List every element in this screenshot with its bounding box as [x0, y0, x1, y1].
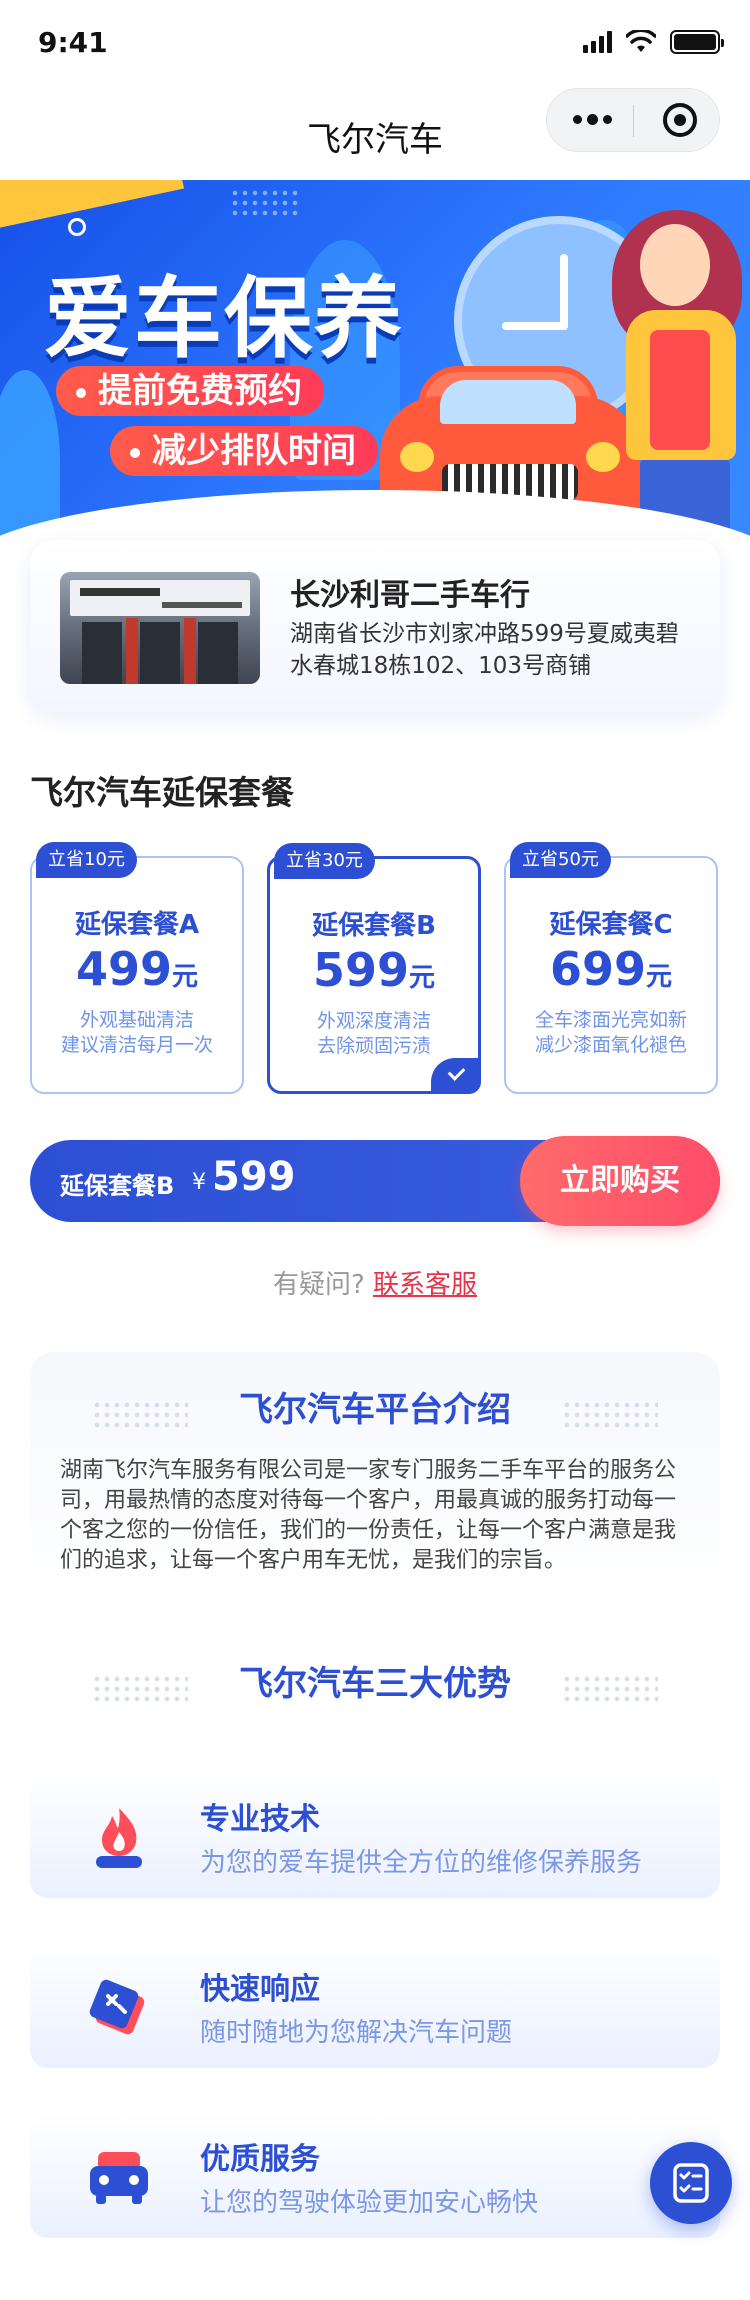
advantage-title: 快速响应 — [200, 1972, 320, 2007]
package-card-a[interactable]: 立省10元 延保套餐A 499元 外观基础清洁 建议清洁每月一次 — [30, 842, 244, 1094]
battery-icon — [670, 30, 724, 54]
cellular-signal-icon — [583, 31, 612, 53]
package-card-b[interactable]: 立省30元 延保套餐B 599元 外观深度清洁 去除顽固污渍 — [267, 843, 481, 1094]
mini-program-capsule — [546, 88, 720, 152]
store-card[interactable]: 长沙利哥二手车行 湖南省长沙市刘家冲路599号夏威夷碧水春城18栋102、103… — [30, 540, 720, 712]
store-photo-detail — [140, 622, 180, 684]
banner-decoration — [0, 180, 185, 231]
discount-tag: 立省10元 — [36, 842, 137, 878]
capsule-divider — [633, 105, 634, 137]
help-text: 有疑问? — [272, 1270, 365, 1300]
banner-title: 爱车保养 — [44, 267, 405, 370]
package-price-value: 499 — [75, 942, 172, 996]
car-illustration — [440, 380, 576, 424]
heading-decoration — [562, 1674, 658, 1704]
floating-service-button[interactable] — [650, 2142, 732, 2224]
package-price-unit: 元 — [646, 962, 673, 992]
package-description: 外观基础清洁 建议清洁每月一次 — [40, 1008, 234, 1058]
package-desc-line: 全车漆面光亮如新 — [534, 1009, 687, 1031]
package-name: 延保套餐C — [549, 910, 673, 940]
package-price: 699元 — [506, 942, 716, 996]
selected-package-label: 延保套餐B — [60, 1172, 175, 1200]
packages-section-title: 飞尔汽车延保套餐 — [30, 773, 294, 812]
package-description: 外观深度清洁 去除顽固污渍 — [278, 1009, 470, 1059]
package-desc-line: 减少漆面氧化褪色 — [534, 1034, 687, 1056]
woman-illustration — [640, 224, 710, 306]
car-headlight — [400, 442, 434, 472]
package-desc-line: 外观深度清洁 — [316, 1010, 431, 1032]
nav-bar: 飞尔汽车 — [0, 88, 750, 180]
more-icon[interactable] — [573, 114, 612, 125]
close-target-icon[interactable] — [663, 103, 697, 137]
intro-card: 飞尔汽车平台介绍 湖南飞尔汽车服务有限公司是一家专门服务二手车平台的服务公司，用… — [30, 1352, 720, 2238]
package-price: 499元 — [32, 942, 242, 996]
store-address: 湖南省长沙市刘家冲路599号夏威夷碧水春城18栋102、103号商铺 — [290, 621, 679, 679]
advantages-title: 飞尔汽车三大优势 — [239, 1664, 511, 1704]
package-card-c[interactable]: 立省50元 延保套餐C 699元 全车漆面光亮如新 减少漆面氧化褪色 — [504, 842, 718, 1094]
advantage-desc: 让您的驾驶体验更加安心畅快 — [200, 2188, 539, 2218]
package-price-unit: 元 — [172, 962, 199, 992]
advantage-item-service: 优质服务 让您的驾驶体验更加安心畅快 — [30, 2112, 720, 2238]
package-price-value: 699 — [549, 942, 646, 996]
advantages-heading: 飞尔汽车三大优势 — [30, 1656, 720, 1705]
store-name: 长沙利哥二手车行 — [290, 578, 530, 613]
contact-service-link[interactable]: 联系客服 — [373, 1270, 477, 1300]
hero-banner: 爱车保养 提前免费预约 减少排队时间 — [0, 180, 750, 590]
purchase-bar: 延保套餐B ¥ 599 立即购买 — [30, 1136, 720, 1226]
flame-icon — [96, 1808, 142, 1868]
store-photo-detail — [184, 618, 196, 684]
tag-icon — [89, 1979, 145, 2035]
heading-decoration — [92, 1400, 188, 1430]
discount-tag: 立省50元 — [510, 842, 611, 878]
package-name: 延保套餐B — [312, 911, 436, 941]
banner-decoration — [68, 218, 86, 236]
help-row: 有疑问? 联系客服 — [0, 1264, 750, 1301]
woman-illustration — [650, 330, 710, 450]
intro-body: 湖南飞尔汽车服务有限公司是一家专门服务二手车平台的服务公司，用最热情的态度对待每… — [60, 1458, 677, 1573]
advantage-desc: 为您的爱车提供全方位的维修保养服务 — [200, 1848, 643, 1878]
intro-title: 飞尔汽车平台介绍 — [239, 1390, 511, 1430]
currency-symbol: ¥ — [192, 1170, 206, 1195]
discount-tag: 立省30元 — [274, 843, 375, 879]
package-description: 全车漆面光亮如新 减少漆面氧化褪色 — [514, 1008, 708, 1058]
package-price-unit: 元 — [409, 963, 436, 993]
heading-decoration — [92, 1674, 188, 1704]
total-amount: 599 — [212, 1154, 296, 1200]
package-price: 599元 — [270, 943, 478, 997]
advantage-title: 优质服务 — [200, 2142, 320, 2177]
package-desc-line: 建议清洁每月一次 — [60, 1034, 213, 1056]
heading-decoration — [562, 1400, 658, 1430]
selected-check-icon — [431, 1058, 481, 1094]
store-photo-sign — [70, 580, 250, 616]
package-desc-line: 外观基础清洁 — [79, 1009, 194, 1031]
advantage-item-response: 快速响应 随时随地为您解决汽车问题 — [30, 1942, 720, 2068]
package-name: 延保套餐A — [74, 910, 200, 940]
service-checklist-icon — [673, 2163, 709, 2203]
advantage-desc: 随时随地为您解决汽车问题 — [200, 2018, 513, 2048]
package-price-value: 599 — [312, 943, 409, 997]
package-desc-line: 去除顽固污渍 — [316, 1035, 431, 1057]
banner-point: 提前免费预约 — [56, 366, 324, 416]
status-icons — [583, 30, 724, 54]
store-photo — [60, 572, 260, 684]
store-photo-detail — [82, 622, 122, 684]
battery-level — [674, 34, 716, 50]
status-time: 9:41 — [38, 26, 108, 59]
intro-heading: 飞尔汽车平台介绍 — [30, 1382, 720, 1431]
advantage-title: 专业技术 — [200, 1802, 320, 1837]
car-headlight — [586, 442, 620, 472]
advantage-item-technique: 专业技术 为您的爱车提供全方位的维修保养服务 — [30, 1772, 720, 1898]
status-bar: 9:41 — [0, 0, 750, 88]
banner-point: 减少排队时间 — [110, 426, 378, 476]
banner-decoration — [230, 188, 302, 218]
store-photo-detail — [126, 618, 138, 684]
wifi-icon — [626, 30, 656, 52]
store-photo-detail — [198, 622, 238, 684]
car-icon — [90, 2152, 148, 2204]
buy-now-button[interactable]: 立即购买 — [520, 1136, 720, 1226]
